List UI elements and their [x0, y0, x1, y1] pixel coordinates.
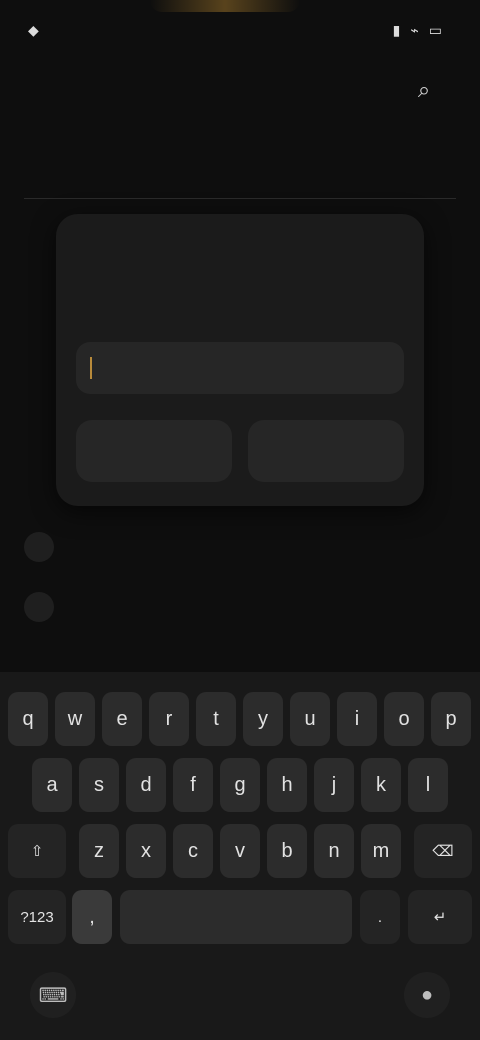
- key-h[interactable]: h: [267, 758, 307, 812]
- key-c[interactable]: c: [173, 824, 213, 878]
- enter-key[interactable]: ↵: [408, 890, 472, 944]
- cancel-button[interactable]: [76, 420, 232, 482]
- key-x[interactable]: x: [126, 824, 166, 878]
- status-bar: ◆ ▮ ⌁ ▭: [0, 0, 480, 60]
- shift-icon: ⇧: [30, 843, 44, 860]
- key-v[interactable]: v: [220, 824, 260, 878]
- symbols-key[interactable]: ?123: [8, 890, 66, 944]
- backspace-icon: ⌫: [432, 843, 454, 860]
- key-b[interactable]: b: [267, 824, 307, 878]
- keyboard-row-4: ?123 , . ↵: [0, 890, 480, 944]
- shift-key[interactable]: ⇧: [8, 824, 66, 878]
- key-a[interactable]: a: [32, 758, 72, 812]
- status-left: ◆: [28, 22, 49, 39]
- dialog-text-input[interactable]: [76, 342, 404, 394]
- keyboard-row-3: ⇧ z x c v b n m ⌫: [0, 824, 480, 878]
- key-y[interactable]: y: [243, 692, 283, 746]
- key-r[interactable]: r: [149, 692, 189, 746]
- key-d[interactable]: d: [126, 758, 166, 812]
- top-app-bar: ⌕: [0, 60, 480, 120]
- key-k[interactable]: k: [361, 758, 401, 812]
- battery-icon: ▭: [428, 21, 442, 38]
- key-l[interactable]: l: [408, 758, 448, 812]
- wifi-icon: ⌁: [410, 21, 419, 38]
- key-f[interactable]: f: [173, 758, 213, 812]
- key-n[interactable]: n: [314, 824, 354, 878]
- key-t[interactable]: t: [196, 692, 236, 746]
- key-m[interactable]: m: [361, 824, 401, 878]
- list-item[interactable]: [24, 520, 456, 574]
- key-i[interactable]: i: [337, 692, 377, 746]
- ok-button[interactable]: [248, 420, 404, 482]
- search-icon[interactable]: ⌕: [404, 70, 444, 110]
- divider: [24, 198, 456, 199]
- key-g[interactable]: g: [220, 758, 260, 812]
- list-item[interactable]: [24, 580, 456, 634]
- key-p[interactable]: p: [431, 692, 471, 746]
- text-cursor: [90, 357, 92, 379]
- key-j[interactable]: j: [314, 758, 354, 812]
- status-right: ▮ ⌁ ▭: [393, 22, 452, 39]
- keyboard-switch-icon[interactable]: ⌨: [30, 972, 76, 1018]
- keyboard-row-1: q w e r t y u i o p: [0, 692, 480, 746]
- signal-icon: ▮: [392, 21, 401, 38]
- space-key[interactable]: [120, 890, 352, 944]
- key-o[interactable]: o: [384, 692, 424, 746]
- backspace-key[interactable]: ⌫: [414, 824, 472, 878]
- key-w[interactable]: w: [55, 692, 95, 746]
- enter-icon: ↵: [433, 909, 447, 926]
- key-u[interactable]: u: [290, 692, 330, 746]
- key-q[interactable]: q: [8, 692, 48, 746]
- keyboard-bottom-bar: ⌨ ●: [0, 950, 480, 1040]
- key-s[interactable]: s: [79, 758, 119, 812]
- list-item-icon: [24, 532, 54, 562]
- input-dialog: [56, 214, 424, 506]
- microphone-icon[interactable]: ●: [404, 972, 450, 1018]
- period-key[interactable]: .: [360, 890, 400, 944]
- list-item-icon: [24, 592, 54, 622]
- keyboard-row-2: a s d f g h j k l: [0, 758, 480, 812]
- key-z[interactable]: z: [79, 824, 119, 878]
- comma-key[interactable]: ,: [72, 890, 112, 944]
- key-e[interactable]: e: [102, 692, 142, 746]
- app-icon: ◆: [28, 21, 39, 38]
